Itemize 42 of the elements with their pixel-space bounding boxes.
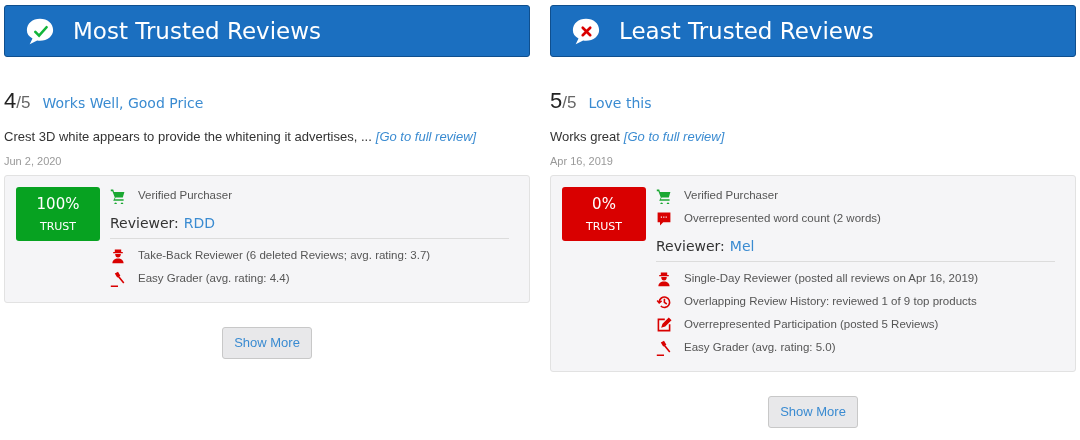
show-more-button[interactable]: Show More [222, 327, 312, 359]
flag-text: Take-Back Reviewer (6 deleted Reviews; avg. rating: 3.7) [138, 247, 431, 263]
cart-icon [656, 187, 672, 204]
flag-text: Overrepresented Participation (posted 5 Reviews) [684, 316, 939, 332]
gavel-icon [110, 270, 126, 287]
rating-score: 5/5 [550, 87, 577, 115]
trust-label: TRUST [39, 218, 77, 235]
gavel-icon [656, 339, 672, 356]
flag-text: Easy Grader (avg. rating: 5.0) [684, 339, 836, 355]
trust-percent: 100% [36, 194, 80, 215]
show-more-button[interactable]: Show More [768, 396, 858, 428]
flag-text: Verified Purchaser [684, 187, 778, 203]
person-icon [110, 247, 126, 264]
flag-text: Verified Purchaser [138, 187, 232, 203]
review-date: Apr 16, 2019 [550, 153, 614, 169]
review-date: Jun 2, 2020 [4, 153, 63, 169]
speech-bubble-check-icon [25, 16, 55, 46]
flag-text: Overrepresented word count (2 words) [684, 210, 881, 226]
person-icon [656, 270, 672, 287]
trust-percent: 0% [592, 194, 616, 215]
edit-icon [656, 316, 672, 333]
comment-icon [656, 210, 672, 227]
flag-text: Single-Day Reviewer (posted all reviews on Apr 16, 2019) [684, 270, 979, 286]
flag-text: Easy Grader (avg. rating: 4.4) [138, 270, 290, 286]
trust-label: TRUST [585, 218, 623, 235]
review-title-link[interactable]: Works Well, Good Price [42, 93, 204, 114]
full-review-link[interactable]: [Go to full review] [375, 127, 477, 147]
review-excerpt: Crest 3D white appears to provide the whitening it advertises, ... [4, 128, 372, 146]
reviewer-label: Reviewer: [656, 237, 725, 256]
review-excerpt: Works great [550, 128, 620, 146]
section-title: Least Trusted Reviews [619, 16, 874, 46]
history-icon [656, 293, 672, 310]
reviewer-name-link[interactable]: Mel [729, 236, 755, 257]
reviewer-label: Reviewer: [110, 214, 179, 233]
rating-score: 4/5 [4, 87, 31, 115]
cart-icon [110, 187, 126, 204]
review-title-link[interactable]: Love this [588, 93, 652, 114]
reviewer-name-link[interactable]: RDD [183, 213, 216, 234]
full-review-link[interactable]: [Go to full review] [623, 127, 725, 147]
speech-bubble-cross-icon [571, 16, 601, 46]
section-title: Most Trusted Reviews [73, 16, 322, 46]
flag-text: Overlapping Review History: reviewed 1 of 9 top products [684, 293, 977, 309]
